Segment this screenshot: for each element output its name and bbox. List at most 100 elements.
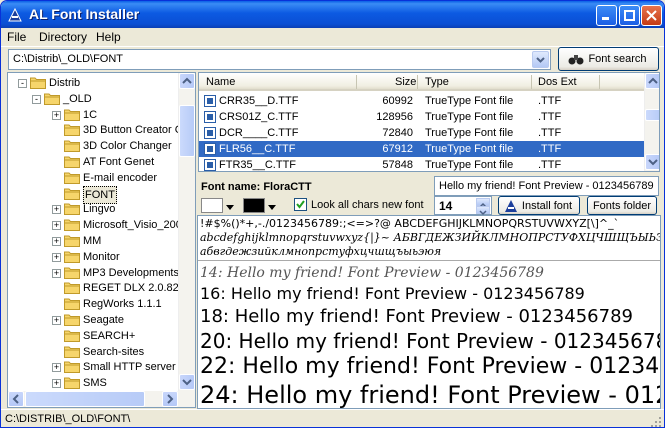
column-name[interactable]: Name: [206, 76, 235, 88]
folder-icon: [64, 251, 80, 263]
scroll-right-button[interactable]: [162, 391, 178, 407]
preview-text-input[interactable]: Hello my friend! Font Preview - 01234567…: [434, 176, 659, 196]
status-bar: C:\DISTRIB\_OLD\FONT\: [1, 409, 664, 428]
folder-icon: [64, 172, 80, 184]
column-separator[interactable]: [417, 75, 418, 89]
expand-icon[interactable]: +: [52, 252, 61, 262]
scroll-thumb[interactable]: [179, 105, 195, 157]
preview-sample-20: 20: Hello my friend! Font Preview - 0123…: [200, 329, 661, 353]
cell-type: TrueType Font file: [425, 95, 514, 107]
expand-icon[interactable]: +: [52, 110, 61, 120]
cell-size: 57848: [382, 159, 413, 171]
table-row[interactable]: CRS01Z_C.TTF 128956 TrueType Font file .TTF: [199, 109, 644, 125]
spin-up-button[interactable]: [476, 198, 490, 208]
path-dropdown-button[interactable]: [532, 51, 549, 68]
column-separator[interactable]: [531, 75, 532, 89]
table-row[interactable]: FLR56__C.TTF 67912 TrueType Font file .TTF: [199, 141, 644, 157]
font-search-button[interactable]: Font search: [558, 47, 659, 71]
tree-item-label: REGET DLX 2.0.82: [83, 282, 179, 295]
folder-icon: [64, 219, 80, 232]
tree-horizontal-scrollbar[interactable]: [8, 391, 195, 407]
title-bar[interactable]: AL Font Installer: [1, 1, 664, 28]
folder-tree[interactable]: - Distrib - _OLD +1C 3D Button Creator G 3D Co…: [7, 72, 196, 408]
expand-icon[interactable]: +: [52, 363, 61, 373]
scroll-down-button[interactable]: [645, 154, 659, 170]
scroll-up-button[interactable]: [645, 73, 659, 89]
expand-icon[interactable]: +: [52, 221, 61, 231]
collapse-icon[interactable]: -: [18, 79, 27, 88]
install-font-label: Install font: [521, 200, 573, 212]
look-all-checkbox[interactable]: [294, 198, 307, 211]
list-header: Name Size Type Dos Ext: [199, 73, 644, 91]
tree-item-label: Seagate: [83, 314, 124, 326]
minimize-button[interactable]: [596, 5, 617, 26]
table-row[interactable]: FTR35__C.TTF 57848 TrueType Font file .TTF: [199, 157, 644, 171]
checkmark-icon: [296, 200, 305, 209]
preview-sample-18: 18: Hello my friend! Font Preview - 0123…: [200, 306, 633, 327]
folder-icon: [64, 330, 80, 342]
minimize-icon: [602, 17, 609, 20]
app-logo-icon: [8, 7, 22, 22]
menu-directory[interactable]: Directory: [39, 30, 87, 44]
table-row[interactable]: CRR35__D.TTF 60992 TrueType Font file .TTF: [199, 93, 644, 109]
font-size-spinner[interactable]: 14: [434, 196, 492, 216]
tree-item-label: MM: [83, 235, 102, 247]
tree-vertical-scrollbar[interactable]: [178, 73, 195, 391]
scroll-up-button[interactable]: [179, 73, 195, 89]
cell-name: CRR35__D.TTF: [219, 95, 299, 107]
cell-ext: .TTF: [538, 111, 562, 123]
expand-icon[interactable]: +: [52, 205, 61, 215]
close-icon: [646, 10, 657, 21]
column-type[interactable]: Type: [425, 76, 449, 88]
path-combobox[interactable]: C:\Distrib\_OLD\FONT: [8, 49, 551, 70]
preview-sample-14: 14: Hello my friend! Font Preview - 0123…: [200, 265, 544, 281]
truetype-file-icon: [204, 127, 216, 139]
table-row[interactable]: DCR____C.TTF 72840 TrueType Font file .TTF: [199, 125, 644, 141]
truetype-file-icon: [204, 111, 216, 123]
scroll-down-button[interactable]: [179, 374, 195, 390]
cell-size: 67912: [382, 143, 413, 155]
cell-type: TrueType Font file: [425, 143, 514, 155]
resize-grip-icon[interactable]: [650, 416, 662, 428]
background-color-swatch[interactable]: [201, 198, 223, 213]
column-separator[interactable]: [356, 75, 357, 89]
folder-icon: [64, 282, 80, 295]
tree-item-label: _OLD: [63, 92, 92, 105]
cell-ext: .TTF: [538, 143, 562, 155]
window-title: AL Font Installer: [29, 6, 140, 22]
scroll-thumb[interactable]: [645, 109, 659, 121]
expand-icon[interactable]: +: [52, 379, 61, 389]
collapse-icon[interactable]: -: [32, 94, 41, 104]
chevron-down-icon: [182, 379, 192, 386]
tree-item-label: 3D Color Changer: [83, 140, 172, 153]
tree-item-label: Distrib: [49, 77, 81, 89]
column-dos-ext[interactable]: Dos Ext: [538, 76, 577, 88]
maximize-button[interactable]: [619, 5, 640, 26]
dropdown-arrow-icon[interactable]: [268, 205, 276, 210]
install-font-button[interactable]: Install font: [498, 196, 580, 215]
cell-name: FLR56__C.TTF: [219, 143, 296, 155]
expand-icon[interactable]: +: [52, 316, 61, 325]
menu-file[interactable]: File: [7, 30, 26, 44]
hscroll-thumb[interactable]: [25, 391, 145, 407]
fonts-folder-button[interactable]: Fonts folder: [587, 196, 657, 215]
dropdown-arrow-icon[interactable]: [226, 205, 234, 210]
folder-icon: [30, 77, 46, 89]
scroll-left-button[interactable]: [8, 391, 24, 407]
chevron-right-icon: [167, 394, 174, 404]
list-vertical-scrollbar[interactable]: [644, 73, 659, 171]
font-color-swatch[interactable]: [243, 198, 265, 213]
menu-help[interactable]: Help: [96, 30, 121, 44]
column-separator[interactable]: [599, 75, 600, 89]
column-size[interactable]: Size: [395, 76, 416, 88]
cell-name: FTR35__C.TTF: [219, 159, 297, 171]
expand-icon[interactable]: +: [52, 268, 61, 278]
font-size-value: 14: [439, 199, 453, 213]
expand-icon[interactable]: +: [52, 237, 61, 246]
font-file-list[interactable]: Name Size Type Dos Ext CRR35__D.TTF 60992…: [198, 72, 660, 172]
spin-down-button[interactable]: [476, 206, 490, 216]
close-button[interactable]: [641, 5, 662, 26]
preview-sample-16: 16: Hello my friend! Font Preview - 0123…: [200, 284, 585, 303]
preview-divider: [198, 260, 660, 261]
tree-item-label: MP3 Developments: [83, 266, 179, 279]
